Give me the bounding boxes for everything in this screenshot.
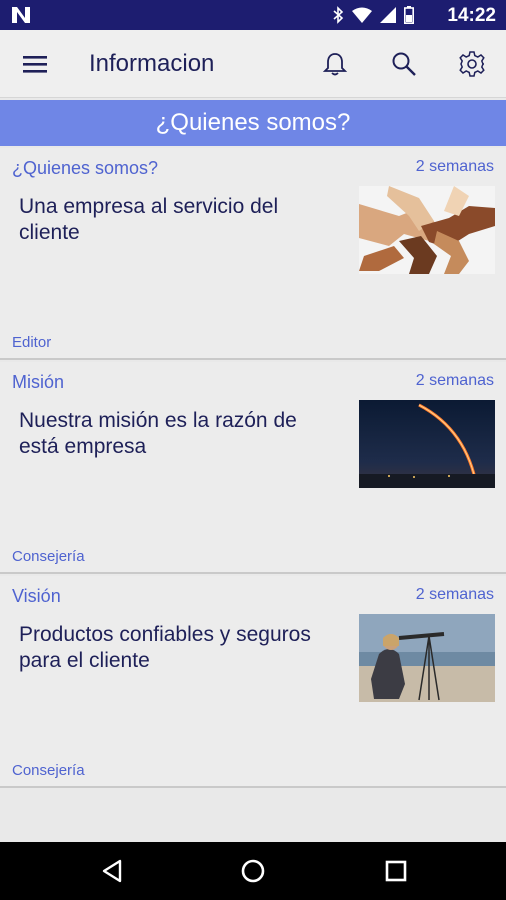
notification-n-icon [12, 7, 30, 23]
gear-icon[interactable] [458, 50, 486, 78]
page-title: Informacion [89, 50, 215, 77]
card-headline: Una empresa al servicio del cliente [19, 195, 279, 244]
article-card[interactable]: Visión 2 semanas Productos confiables y … [0, 576, 506, 788]
card-category: ¿Quienes somos? [12, 158, 159, 178]
rocket-launch-image [359, 400, 495, 488]
card-author: Consejería [12, 548, 85, 565]
card-headline: Nuestra misión es la razón de está empre… [19, 409, 297, 458]
signal-icon [380, 7, 396, 23]
status-time: 14:22 [447, 5, 496, 26]
card-category: Visión [12, 586, 61, 606]
app-bar: Informacion [0, 30, 506, 98]
home-icon[interactable] [240, 858, 266, 884]
system-icons [332, 6, 414, 24]
card-author: Editor [12, 334, 52, 351]
article-card[interactable]: Misión 2 semanas Nuestra misión es la ra… [0, 362, 506, 574]
search-icon[interactable] [390, 50, 418, 78]
back-icon[interactable] [100, 858, 126, 884]
bell-icon[interactable] [321, 50, 349, 78]
wifi-icon [352, 7, 372, 23]
status-bar: 14:22 [0, 0, 506, 30]
hamburger-menu-icon[interactable] [22, 52, 48, 76]
card-category: Misión [12, 372, 65, 392]
section-header: ¿Quienes somos? [0, 100, 506, 146]
telescope-beach-image [359, 614, 495, 702]
card-author: Consejería [12, 762, 85, 779]
card-date: 2 semanas [415, 586, 494, 603]
navigation-bar [0, 842, 506, 900]
article-card[interactable]: ¿Quienes somos? 2 semanas Una empresa al… [0, 148, 506, 360]
card-date: 2 semanas [415, 158, 494, 175]
card-headline: Productos confiables y seguros para el c… [19, 623, 311, 672]
bluetooth-icon [333, 6, 344, 24]
recents-icon[interactable] [383, 858, 409, 884]
battery-icon [404, 6, 414, 24]
card-date: 2 semanas [415, 372, 494, 389]
hands-teamwork-image [359, 186, 495, 274]
